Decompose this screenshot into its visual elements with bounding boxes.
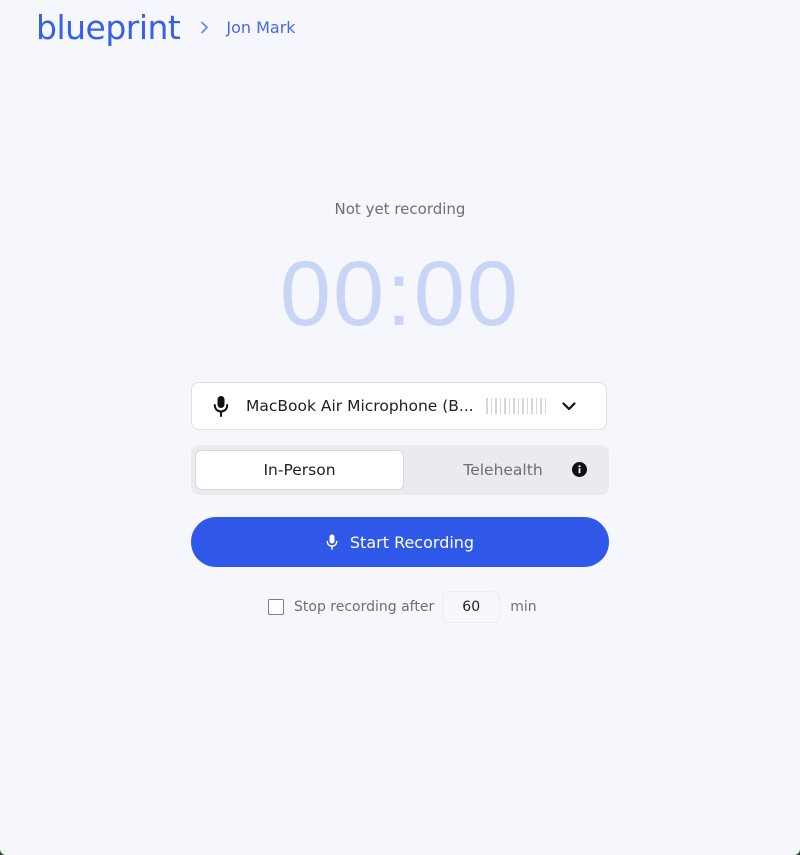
chevron-down-icon[interactable] (562, 399, 576, 413)
audio-level-meter (486, 398, 546, 414)
auto-stop-row: Stop recording after min (268, 590, 537, 624)
breadcrumb: blueprint Jon Mark (36, 6, 296, 48)
mode-in-person[interactable]: In-Person (195, 450, 404, 490)
recording-status: Not yet recording (334, 200, 466, 218)
auto-stop-label: Stop recording after (294, 599, 435, 615)
auto-stop-minutes-input[interactable] (442, 591, 501, 623)
auto-stop-checkbox[interactable] (268, 599, 284, 615)
info-icon[interactable] (572, 462, 587, 477)
breadcrumb-client-name[interactable]: Jon Mark (226, 18, 295, 37)
chevron-right-icon (200, 20, 212, 34)
recording-timer: 00:00 (279, 243, 521, 345)
microphone-icon (326, 534, 338, 550)
auto-stop-unit: min (510, 599, 537, 615)
microphone-icon (212, 395, 230, 417)
start-recording-label: Start Recording (349, 532, 475, 552)
microphone-select[interactable]: MacBook Air Microphone (B... (191, 382, 607, 430)
session-mode-toggle: In-Person Telehealth (191, 445, 609, 495)
blueprint-logo[interactable]: blueprint (36, 11, 181, 44)
microphone-select-value: MacBook Air Microphone (B... (246, 397, 474, 415)
recorder-page: blueprint Jon Mark Not yet recording 00:… (0, 0, 800, 855)
start-recording-button[interactable]: Start Recording (191, 517, 609, 567)
